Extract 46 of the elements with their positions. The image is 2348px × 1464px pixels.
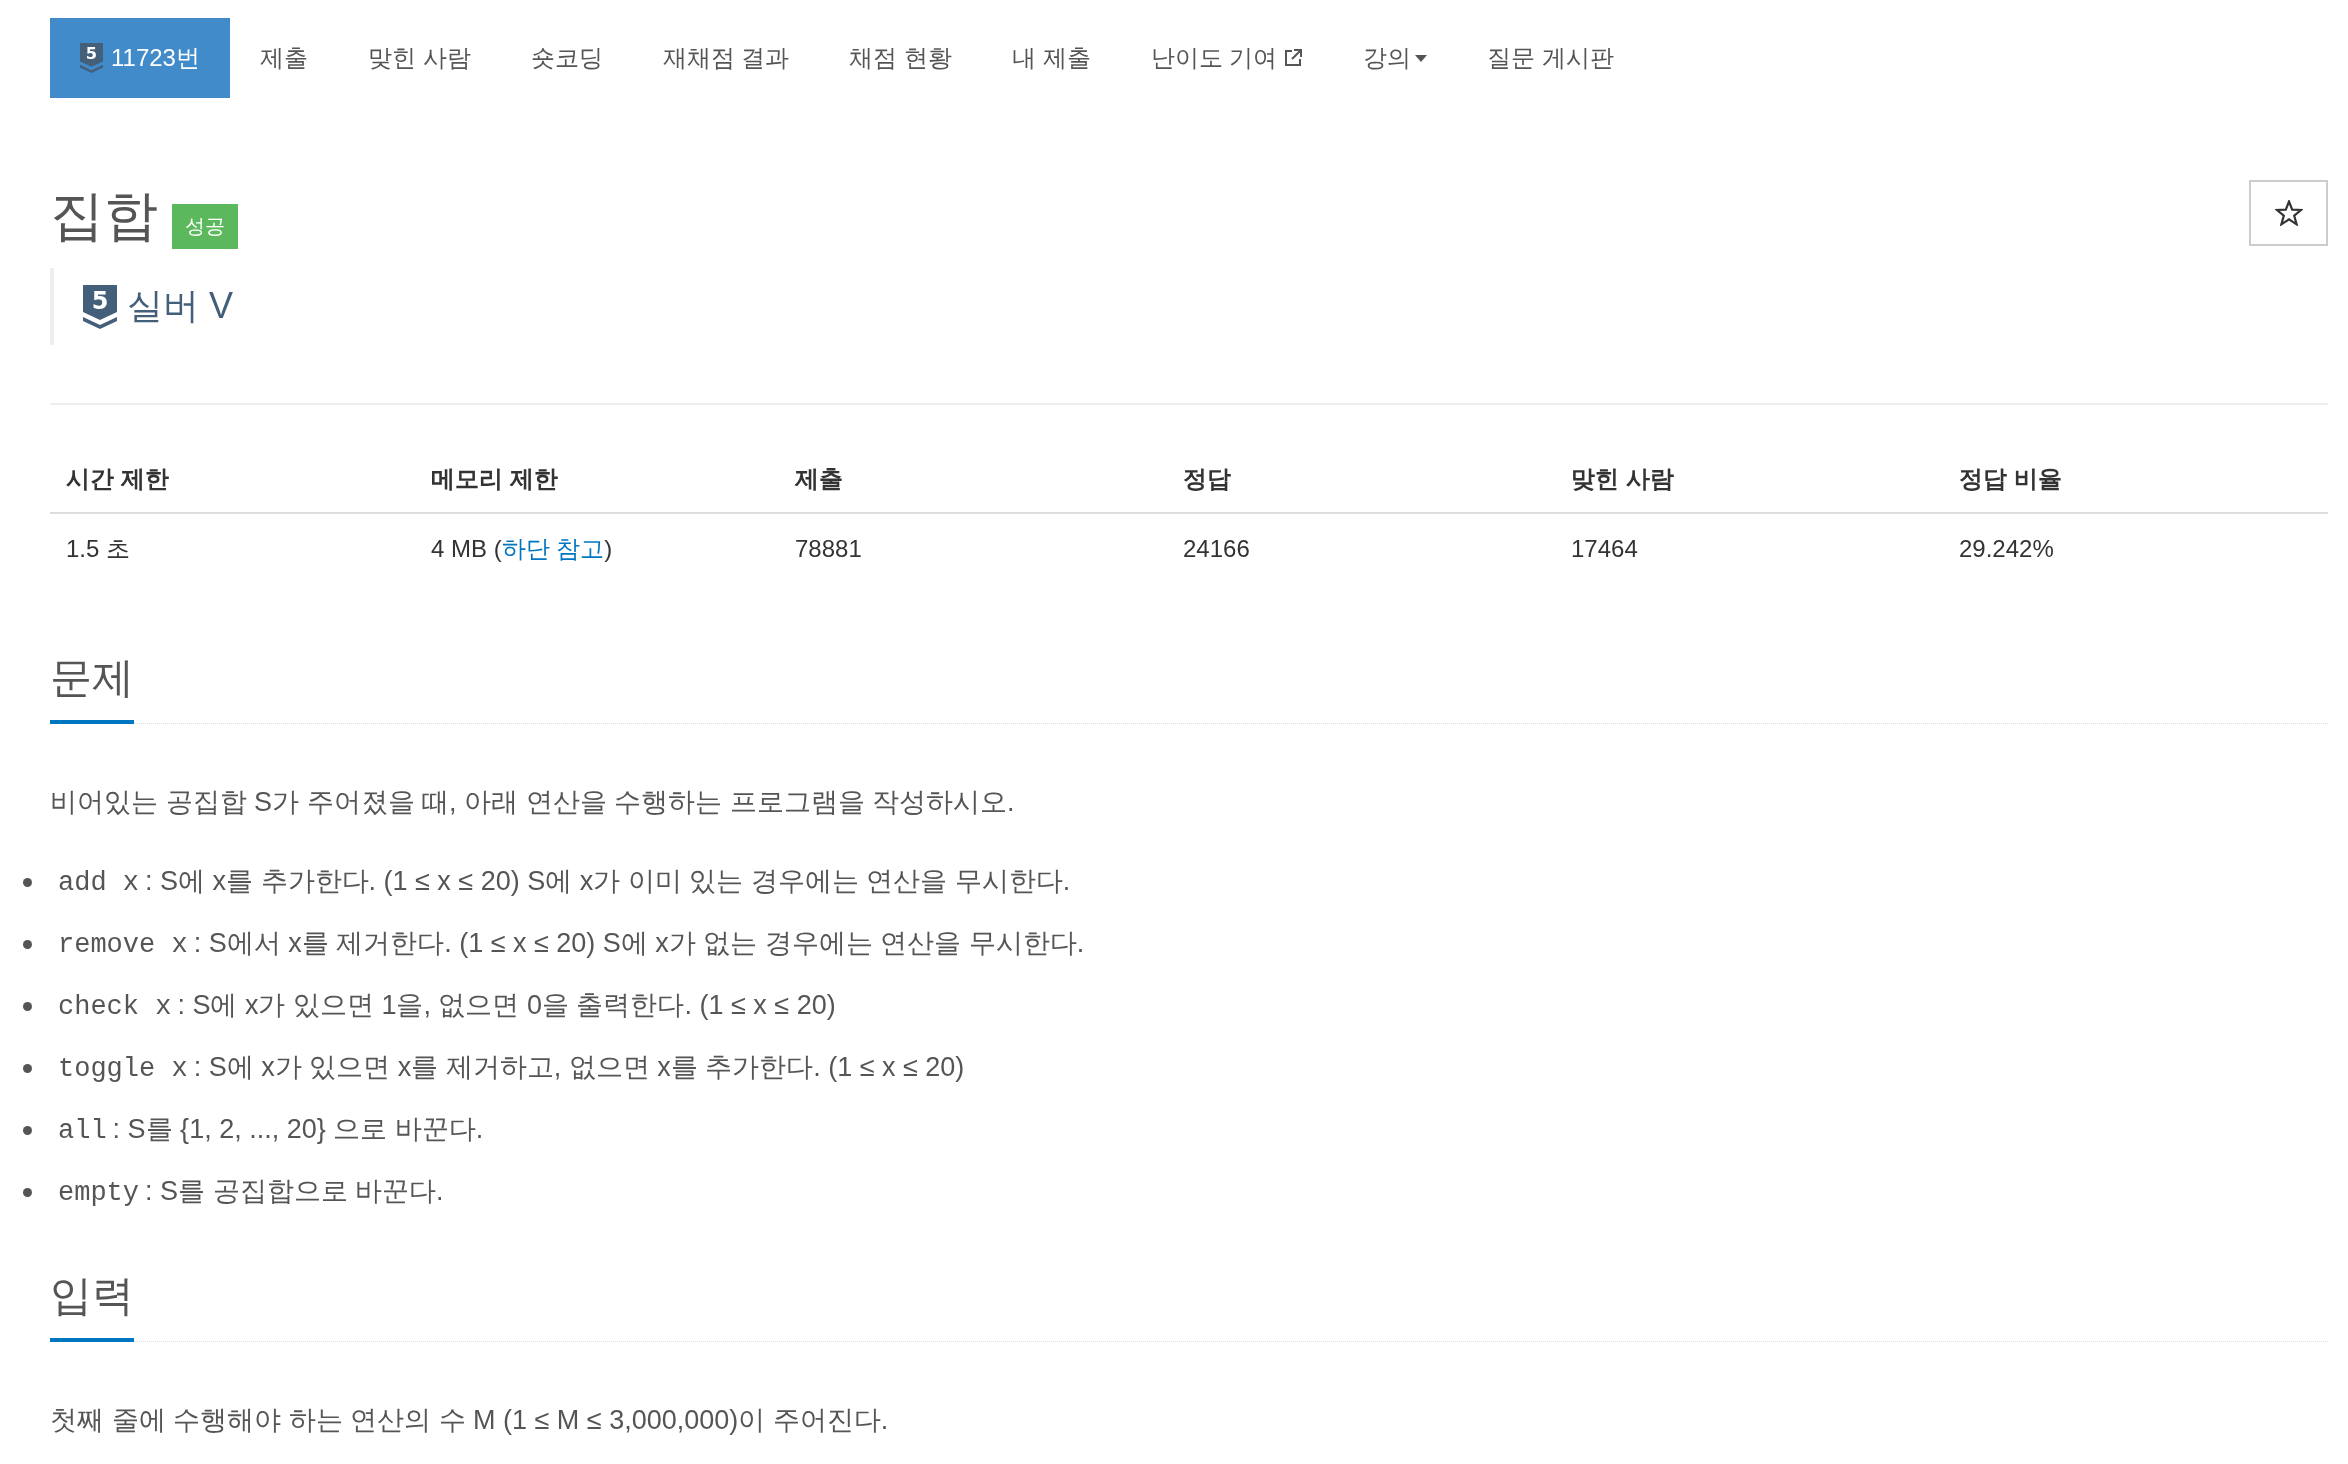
nav-tab[interactable]: 내 제출 [982, 18, 1121, 98]
nav-tab[interactable]: 숏코딩 [500, 18, 633, 98]
column-header: 정답 [1183, 465, 1231, 492]
column-header: 정답 비율 [1959, 465, 2062, 492]
status-badge: 성공 [172, 204, 238, 249]
bullet-icon [23, 939, 32, 949]
table-cell: 24166 [1183, 535, 1250, 562]
paragraph: 비어있는 공집합 S가 주어졌을 때, 아래 연산을 수행하는 프로그램을 작성하시오. [50, 786, 1016, 819]
nav-tab[interactable]: 맞힌 사람 [337, 18, 501, 98]
star-button[interactable] [2249, 180, 2328, 246]
section-heading: 문제 [50, 653, 134, 724]
external-link-icon [1283, 48, 1304, 68]
list-item: toggle x : S에 x가 있으면 x를 제거하고, 없으면 x를 추가한다. (1 ≤ x ≤ 20) [58, 1050, 965, 1086]
nav-tab[interactable]: 강의 [1333, 18, 1458, 98]
list-item: add x : S에 x를 추가한다. (1 ≤ x ≤ 20) S에 x가 이미 있는 경우에는 연산을 무시한다. [58, 864, 1071, 900]
bullet-icon [23, 877, 32, 887]
column-header: 제출 [795, 465, 843, 492]
column-header: 맞힌 사람 [1571, 465, 1674, 492]
nav-tab[interactable]: 질문 게시판 [1457, 18, 1644, 98]
column-header: 메모리 제한 [431, 465, 558, 492]
list-item: remove x : S에서 x를 제거한다. (1 ≤ x ≤ 20) S에 x가 없는 경우에는 연산을 무시한다. [58, 926, 1085, 962]
table-cell: 29.242% [1959, 535, 2054, 562]
bullet-icon [23, 1001, 32, 1011]
table-cell: 1.5 초 [66, 535, 131, 562]
tier-label: 실버 V [127, 284, 233, 328]
nav-tab[interactable]: 제출 [229, 18, 338, 98]
table-cell: 78881 [795, 535, 862, 562]
star-icon [2274, 200, 2303, 226]
list-item: check x : S에 x가 있으면 1을, 없으면 0을 출력한다. (1 ≤ x ≤ 20) [58, 988, 836, 1024]
reference-link[interactable]: 하단 참고 [501, 535, 605, 562]
caret-icon [1415, 54, 1428, 62]
nav-tab[interactable]: 채점 현황 [819, 18, 982, 98]
bullet-icon [23, 1187, 32, 1197]
section-heading: 입력 [50, 1271, 134, 1342]
bullet-icon [23, 1125, 32, 1135]
nav-tab[interactable]: 난이도 기여 [1120, 18, 1334, 98]
paragraph: 첫째 줄에 수행해야 하는 연산의 수 M (1 ≤ M ≤ 3,000,000)이 주어진다. [50, 1404, 890, 1437]
bullet-icon [23, 1063, 32, 1073]
list-item: all : S를 {1, 2, ..., 20} 으로 바꾼다. [58, 1112, 484, 1148]
nav-tab[interactable]: 재채점 결과 [632, 18, 820, 98]
table-cell: 4 MB (하단 참고) [431, 535, 613, 562]
table-cell: 17464 [1571, 535, 1638, 562]
column-header: 시간 제한 [66, 465, 169, 492]
problem-title: 집합 [50, 186, 158, 245]
list-item: empty : S를 공집합으로 바꾼다. [58, 1174, 444, 1210]
nav-tab[interactable]: 5 11723번 [50, 18, 230, 98]
